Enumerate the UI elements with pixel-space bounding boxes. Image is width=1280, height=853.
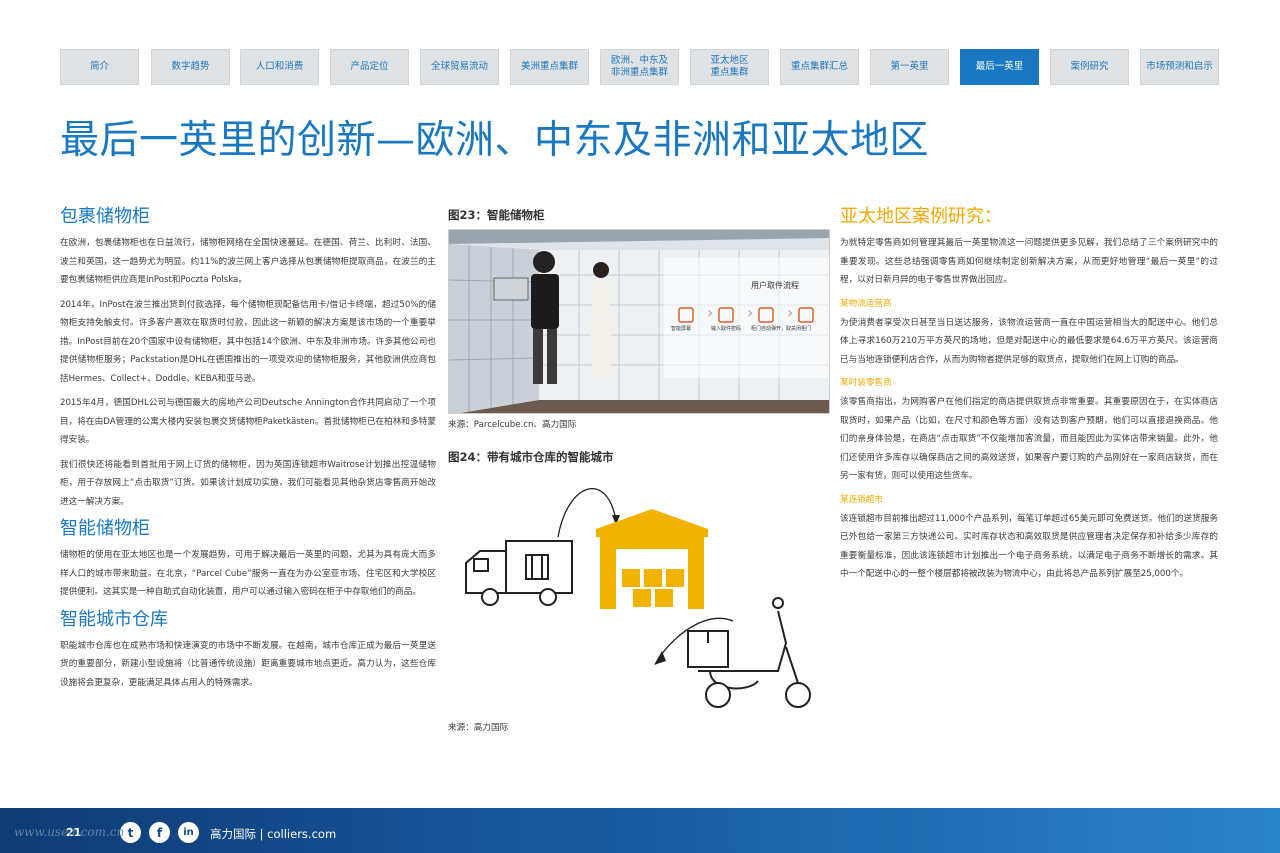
locker-flow-step: 智能屏幕 [671,326,692,332]
svg-text:›: › [787,303,793,322]
paragraph: 我们很快还将能看到首批用于网上订货的储物柜，因为英国连锁超市Waitrose计划… [60,459,436,507]
locker-flow-label: 用户取件流程 [751,281,799,290]
tab-8[interactable]: 重点集群汇总 [780,49,859,85]
warehouse-icon [596,509,708,609]
tab-2[interactable]: 人口和消费 [240,49,319,85]
tab-5[interactable]: 美洲重点集群 [510,49,589,85]
paragraph: 职能城市仓库也在成熟市场和快速演变的市场中不断发展。在越南，城市仓库正成为最后一… [60,640,436,688]
brand-link[interactable]: 高力国际 | colliers.com [210,826,336,842]
column-left: 包裹储物柜 在欧洲，包裹储物柜也在日益流行，储物柜网络在全国快速蔓延。在德国、荷… [60,205,436,698]
paragraph: 为使消费者享受次日甚至当日送达服务，该物流运营商一直在中国运营相当大的配送中心。… [840,317,1218,365]
linkedin-icon[interactable]: in [178,822,199,843]
svg-text:›: › [707,303,713,322]
paragraph: 该零售商指出，为网购客户在他们指定的商店提供取货点非常重要。其重要原因在于，在实… [840,397,1218,481]
subheading-supermarket-chain: 某连锁超市 [840,494,883,505]
figure-23-title: 图23：智能储物柜 [448,208,545,222]
column-middle: 图23：智能储物柜 › › › 用户取件流程 智能屏幕 输入取件密码 柜门自动弹… [448,207,830,735]
paragraph: 该连锁超市目前推出超过11,000个产品系列，每笔订单超过65美元即可免费送货。… [840,513,1218,580]
watermark: www.useit.com.cn [14,825,125,839]
paragraph: 为就特定零售商如何管理其最后一英里物流这一问题提供更多见解，我们总结了三个案例研… [840,238,1218,285]
footer-bar: 21 t f in 高力国际 | colliers.com [0,808,1280,853]
scooter-icon [687,597,811,708]
figure-23-source: 来源：Parcelcube.cn、高力国际 [448,420,577,430]
smart-city-diagram [465,488,811,708]
heading-apac-case-study: 亚太地区案例研究： [840,206,1002,227]
locker-flow-steps: 智能屏幕 输入取件密码 柜门自动弹开，取件关闭柜门 [671,325,829,337]
heading-smart-lockers: 智能储物柜 [60,518,150,539]
smart-locker-photo: › › › 用户取件流程 智能屏幕 输入取件密码 柜门自动弹开，取件关闭柜门 [448,229,830,414]
tab-10[interactable]: 最后一英里 [960,49,1039,85]
tab-3[interactable]: 产品定位 [330,49,409,85]
subheading-fashion-retailer: 某时装零售商 [840,378,892,388]
paragraph: 储物柜的使用在亚太地区也是一个发展趋势，可用于解决最后一英里的问题，尤其为具有庞… [60,550,436,597]
figure-24-title: 图24：带有城市仓库的智能城市 [448,450,614,464]
tab-1[interactable]: 数字趋势 [151,49,230,85]
figure-24-source: 来源：高力国际 [448,723,509,733]
heading-smart-city-warehouse: 智能城市仓库 [60,608,168,630]
page-title: 最后一英里的创新—欧洲、中东及非洲和亚太地区 [60,118,930,163]
tab-12[interactable]: 市场预测和启示 [1140,49,1219,85]
locker-flow-step: 输入取件密码 [711,326,742,332]
svg-text:›: › [747,303,753,322]
section-nav: 简介 数字趋势 人口和消费 产品定位 全球贸易流动 美洲重点集群 欧洲、中东及 非洲重点集群… [60,49,1220,85]
tab-7[interactable]: 亚太地区 重点集群 [690,49,769,85]
paragraph: 在欧洲，包裹储物柜也在日益流行，储物柜网络在全国快速蔓延。在德国、荷兰、比利时、… [60,238,436,285]
tab-0[interactable]: 简介 [60,49,139,85]
column-right: 亚太地区案例研究： 为就特定零售商如何管理其最后一英里物流这一问题提供更多见解，… [840,205,1218,590]
paragraph: 2014年，InPost在波兰推出货到付款选择，每个储物柜现配备信用卡/借记卡终… [60,299,436,384]
tab-11[interactable]: 案例研究 [1050,49,1129,85]
heading-parcel-lockers: 包裹储物柜 [60,206,150,227]
locker-flow-step: 关闭柜门 [791,326,812,332]
locker-illustration: › › › [449,230,829,413]
locker-flow-step: 柜门自动弹开，取件 [751,326,791,332]
paragraph: 2015年4月，德国DHL公司与德国最大的房地产公司Deutsche Annin… [60,398,436,445]
tab-6[interactable]: 欧洲、中东及 非洲重点集群 [600,49,679,85]
tab-4[interactable]: 全球贸易流动 [420,49,499,85]
subheading-logistics-operator: 某物流运营商 [840,298,892,309]
facebook-icon[interactable]: f [149,822,170,843]
truck-icon [465,540,573,606]
tab-9[interactable]: 第一英里 [870,49,949,85]
